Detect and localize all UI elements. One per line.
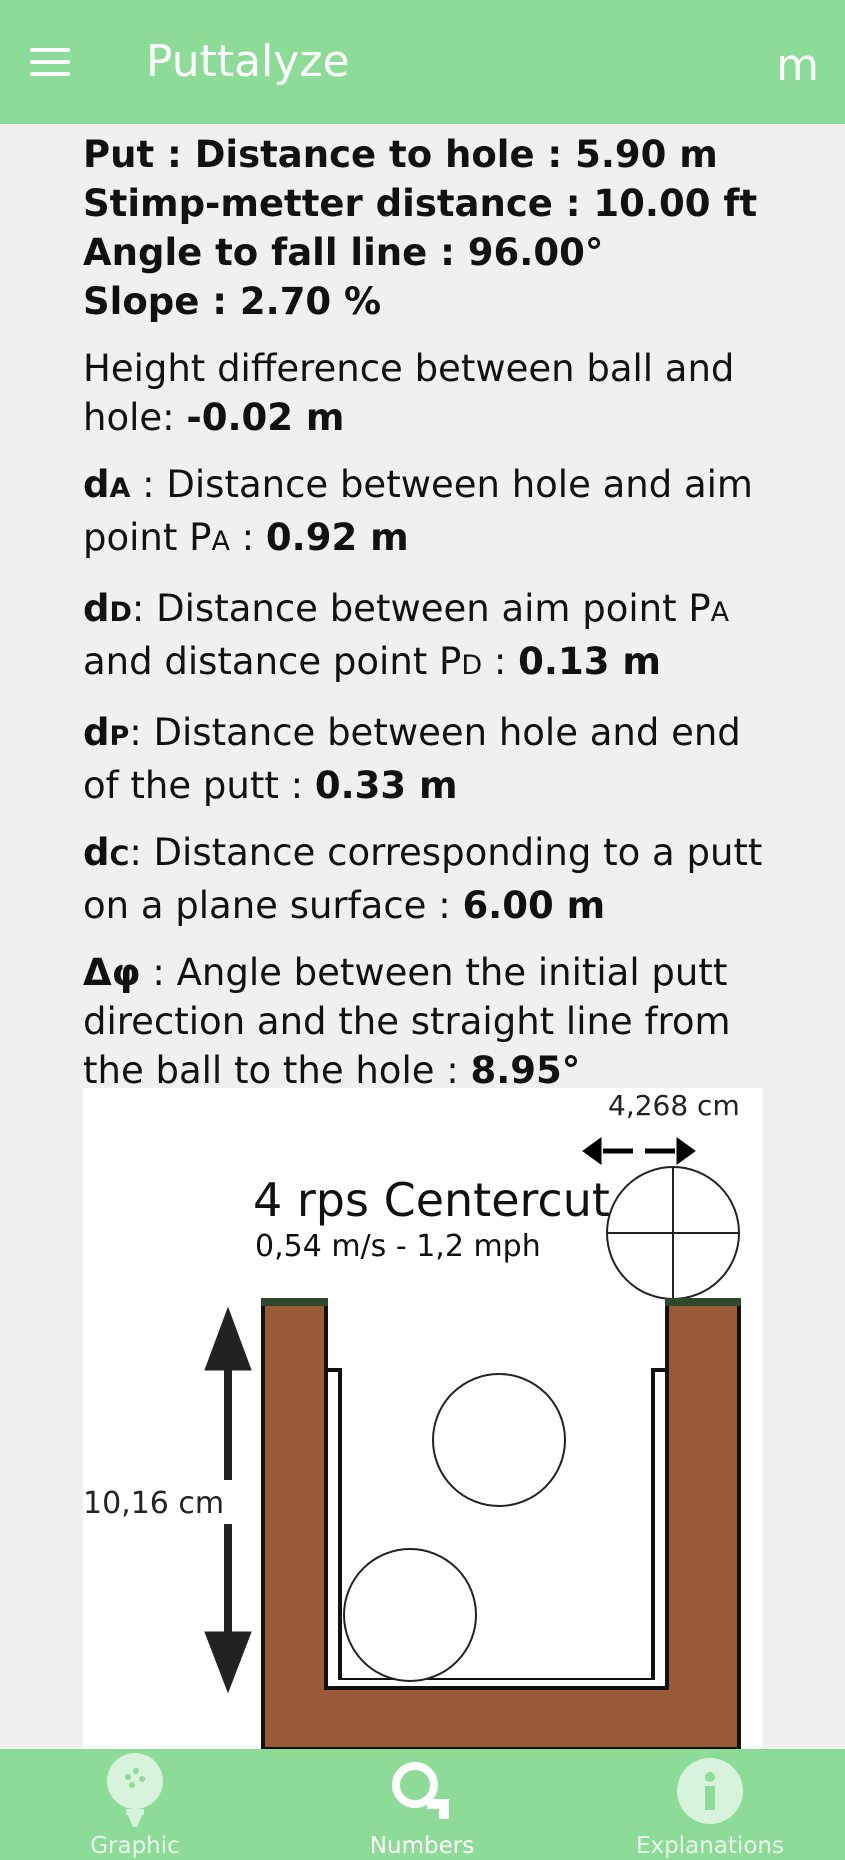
summary-stimp: Stimp-metter distance : 10.00 ft bbox=[83, 182, 758, 225]
nav-numbers[interactable]: Numbers bbox=[357, 1749, 487, 1860]
numbers-content: Put : Distance to hole : 5.90 m Stimp-me… bbox=[83, 124, 763, 1749]
summary-distance: Put : Distance to hole : 5.90 m bbox=[83, 133, 718, 176]
nav-graphic[interactable]: Graphic bbox=[70, 1749, 200, 1860]
putt-summary: Put : Distance to hole : 5.90 m Stimp-me… bbox=[83, 130, 763, 326]
metric-delta-phi: Δφ : Angle between the initial putt dire… bbox=[83, 951, 731, 1092]
metric-value: 0.92 m bbox=[265, 516, 409, 559]
metric-value: 0.33 m bbox=[314, 764, 458, 807]
nav-numbers-label: Numbers bbox=[369, 1833, 475, 1859]
hole-cross-section bbox=[261, 1298, 741, 1749]
metric-value: 6.00 m bbox=[462, 884, 606, 927]
ball-width-label: 4,268 cm bbox=[608, 1089, 740, 1122]
metric-dd: dD: Distance between aim point PA and di… bbox=[83, 587, 730, 683]
depth-label: 10,16 cm bbox=[83, 1486, 224, 1521]
metric-value: 8.95° bbox=[470, 1049, 581, 1092]
nav-graphic-label: Graphic bbox=[90, 1833, 180, 1859]
bottom-navigation: Graphic Numbers Explanations bbox=[0, 1749, 845, 1860]
ball-at-rim bbox=[606, 1166, 740, 1300]
metric-dc: dC: Distance corresponding to a putt on … bbox=[83, 831, 763, 927]
info-icon bbox=[677, 1758, 743, 1824]
ball-width-arrow bbox=[582, 1137, 696, 1165]
ball-falling bbox=[432, 1373, 566, 1507]
ball-bottom bbox=[343, 1548, 477, 1682]
golf-ball-icon bbox=[107, 1753, 163, 1827]
metric-dp: dP: Distance between hole and end of the… bbox=[83, 711, 741, 807]
hole-diagram: 4,268 cm 4 rps Centercut 0,54 m/s - 1,2 … bbox=[83, 1088, 763, 1749]
unit-toggle-button[interactable]: m bbox=[776, 40, 819, 91]
app-bar: Puttalyze m bbox=[0, 0, 845, 124]
metric-value: -0.02 m bbox=[186, 396, 345, 439]
summary-slope: Slope : 2.70 % bbox=[83, 280, 382, 323]
app-title: Puttalyze bbox=[146, 36, 350, 87]
nav-explanations-label: Explanations bbox=[636, 1833, 784, 1859]
metric-value: 0.13 m bbox=[518, 640, 661, 683]
diagram-title: 4 rps Centercut bbox=[253, 1173, 610, 1227]
menu-icon[interactable] bbox=[30, 48, 70, 76]
summary-angle: Angle to fall line : 96.00° bbox=[83, 231, 604, 274]
magnifier-icon bbox=[392, 1762, 449, 1819]
diagram-speed: 0,54 m/s - 1,2 mph bbox=[255, 1229, 541, 1264]
metric-da: dA : Distance between hole and aim point… bbox=[83, 463, 753, 559]
metric-height-difference: Height difference between ball and hole:… bbox=[83, 347, 735, 439]
nav-explanations[interactable]: Explanations bbox=[630, 1749, 790, 1860]
